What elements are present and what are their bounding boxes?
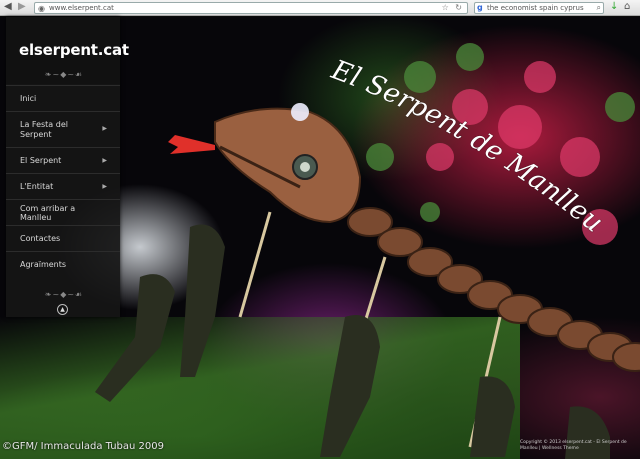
search-icon[interactable]: ⌕ — [597, 3, 601, 13]
sidebar-footer: ❧~◆~☙ ▲ — [6, 287, 120, 317]
browser-toolbar: ◀ ▶ ◉ www.elserpent.cat ☆ ↻ g the econom… — [0, 0, 640, 16]
submenu-arrow-icon: ▶ — [102, 156, 107, 164]
menu-item-label: El Serpent — [20, 156, 62, 165]
menu-item-contactes[interactable]: Contactes — [6, 225, 120, 251]
menu-item-inici[interactable]: Inici — [6, 85, 120, 111]
menu-item-label: Agraïments — [20, 260, 67, 269]
scroll-up-icon[interactable]: ▲ — [57, 304, 68, 315]
sidebar: elserpent.cat ❧~◆~☙ Inici La Festa del S… — [6, 17, 129, 317]
ornament-divider: ❧~◆~☙ — [44, 70, 84, 79]
address-bar[interactable]: ◉ www.elserpent.cat ☆ ↻ — [34, 2, 468, 14]
menu-item-la-festa-del-serpent[interactable]: La Festa del Serpent ▶ — [6, 111, 120, 147]
browser-search-box[interactable]: g the economist spain cyprus ⌕ — [474, 2, 604, 14]
menu-item-agraiments[interactable]: Agraïments — [6, 251, 120, 277]
site-logo-text[interactable]: elserpent.cat — [19, 41, 129, 59]
brand-header: elserpent.cat ❧~◆~☙ — [6, 17, 129, 84]
photo-credit: ©GFM/ Immaculada Tubau 2009 — [2, 441, 165, 452]
serpent-head — [168, 103, 362, 224]
foliage — [426, 61, 618, 245]
ornament-divider: ❧~◆~☙ — [44, 290, 84, 299]
menu-item-label: L'Entitat — [20, 182, 54, 191]
menu-item-label: Contactes — [20, 234, 61, 243]
menu-item-label: Inici — [20, 94, 37, 103]
menu-item-label: La Festa del Serpent — [20, 119, 68, 139]
address-bar-url: www.elserpent.cat — [49, 4, 114, 12]
submenu-arrow-icon: ▶ — [102, 182, 107, 190]
download-icon[interactable]: ↓ — [610, 1, 618, 12]
globe-icon: ◉ — [38, 4, 45, 13]
copyright-text: Copyright © 2013 elserpent.cat - El Serp… — [520, 440, 627, 451]
forward-arrow-icon[interactable]: ▶ — [18, 1, 26, 12]
main-menu: Inici La Festa del Serpent ▶ El Serpent … — [6, 85, 120, 277]
reload-icon[interactable]: ☆ ↻ — [442, 3, 464, 12]
home-icon[interactable]: ⌂ — [624, 1, 630, 12]
back-arrow-icon[interactable]: ◀ — [4, 1, 12, 12]
menu-item-label: Com arribar a Manlleu — [20, 203, 76, 222]
menu-item-lentitat[interactable]: L'Entitat ▶ — [6, 173, 120, 199]
submenu-arrow-icon: ▶ — [102, 124, 107, 132]
menu-item-el-serpent[interactable]: El Serpent ▶ — [6, 147, 120, 173]
menu-item-com-arribar[interactable]: Com arribar a Manlleu — [6, 199, 120, 225]
google-icon: g — [477, 3, 483, 12]
browser-search-value: the economist spain cyprus — [487, 4, 584, 12]
carriers — [95, 224, 610, 459]
